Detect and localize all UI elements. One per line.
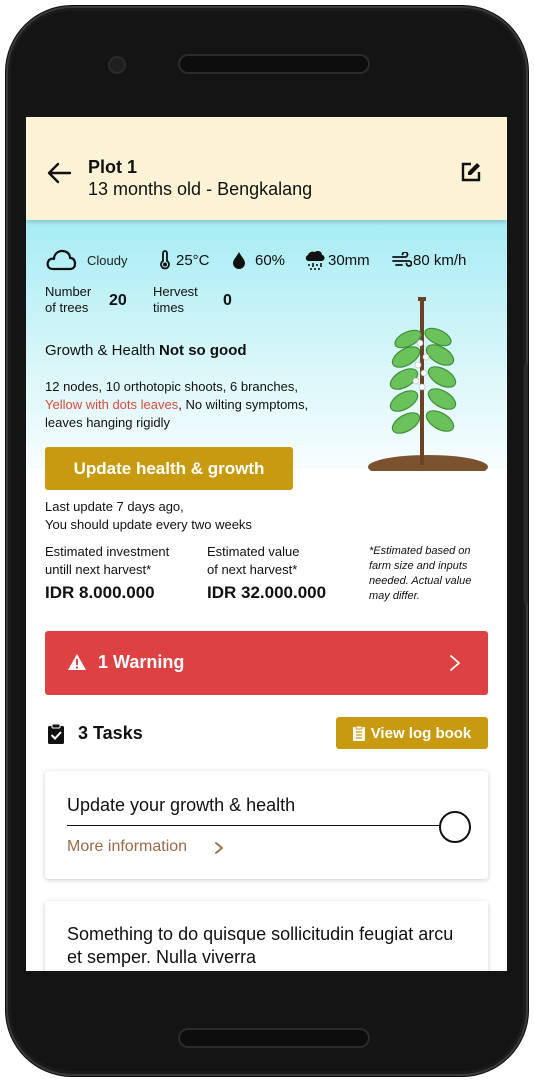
- wind-value: 80 km/h: [413, 251, 467, 269]
- estimated-investment-label: Estimated investment untill next harvest…: [45, 544, 170, 577]
- wind: 80 km/h: [392, 245, 466, 275]
- growth-health-status: Not so good: [159, 342, 247, 359]
- warning-label: 1 Warning: [98, 652, 185, 672]
- clipboard-check-icon: [48, 723, 64, 744]
- chevron-right-icon: [215, 842, 223, 854]
- more-information-link[interactable]: More information: [67, 838, 187, 856]
- app-bar: Plot 1 13 months old - Bengkalang: [26, 117, 507, 220]
- update-health-growth-button[interactable]: Update health & growth: [45, 447, 293, 490]
- edit-icon[interactable]: [460, 161, 482, 183]
- harvest-count: 0: [223, 292, 232, 309]
- task-title: Update your growth & health: [67, 795, 296, 815]
- view-log-book-label: View log book: [370, 724, 472, 742]
- view-log-book-button[interactable]: View log book: [336, 717, 488, 749]
- chevron-right-icon: [450, 655, 460, 671]
- growth-health-label: Growth & Health: [45, 342, 156, 359]
- page-title: Plot 1: [88, 157, 138, 177]
- trees-label: Number of trees: [45, 284, 92, 315]
- estimated-investment-value: IDR 8.000.000: [45, 583, 155, 602]
- last-update-text: Last update 7 days ago, You should updat…: [45, 499, 252, 532]
- task-card[interactable]: Something to do quisque sollicitudin feu…: [45, 901, 488, 971]
- back-arrow-icon[interactable]: [46, 160, 72, 186]
- humidity-value: 60%: [255, 251, 286, 269]
- weather-condition-label: Cloudy: [87, 252, 128, 268]
- temperature-value: 25°C: [176, 251, 210, 269]
- bottom-speaker: [178, 1028, 370, 1048]
- side-button: [524, 364, 528, 604]
- task-card[interactable]: Update your growth & health More informa…: [45, 771, 488, 879]
- estimated-value-amount: IDR 32.000.000: [207, 583, 327, 602]
- page-subtitle: 13 months old - Bengkalang: [88, 179, 313, 199]
- warning-icon: [68, 654, 86, 670]
- rainfall-value: 30mm: [328, 251, 370, 269]
- rainfall: 30mm: [304, 245, 370, 275]
- weather-condition: Cloudy: [45, 245, 127, 275]
- warning-banner[interactable]: 1 Warning: [45, 631, 488, 695]
- trees-count: 20: [109, 292, 127, 309]
- tasks-heading: 3 Tasks: [78, 723, 143, 743]
- task-complete-toggle[interactable]: [439, 811, 471, 843]
- front-camera: [108, 56, 126, 74]
- app-screen: Plot 1 13 months old - Bengkalang Cloudy…: [26, 117, 507, 971]
- growth-health: Growth & Health Not so good: [45, 342, 247, 359]
- weather-row: Cloudy 25°C 60% 30mm 80 km/h: [26, 245, 507, 275]
- estimated-value-label: Estimated value of next harvest*: [207, 544, 300, 577]
- cloud-icon: [46, 249, 77, 271]
- task-title: Something to do quisque sollicitudin feu…: [67, 924, 454, 967]
- task-progress-line: [67, 825, 441, 826]
- coffee-plant-illustration: [368, 297, 488, 471]
- estimate-disclaimer: *Estimated based on farm size and inputs…: [369, 545, 472, 602]
- symptom-warning-text: Yellow with dots leaves: [45, 397, 179, 412]
- rain-cloud-icon: [305, 251, 325, 270]
- humidity: 60%: [232, 245, 285, 275]
- temperature: 25°C: [159, 245, 210, 275]
- wind-icon: [392, 252, 412, 267]
- water-drop-icon: [233, 252, 245, 269]
- symptoms-text: 12 nodes, 10 orthotopic shoots, 6 branch…: [45, 379, 309, 430]
- log-book-icon: [352, 725, 365, 741]
- earpiece-speaker: [178, 54, 370, 74]
- plot-summary-section: Cloudy 25°C 60% 30mm 80 km/h Number of t…: [26, 220, 507, 471]
- harvest-label: Hervest times: [153, 284, 198, 315]
- thermometer-icon: [160, 250, 170, 270]
